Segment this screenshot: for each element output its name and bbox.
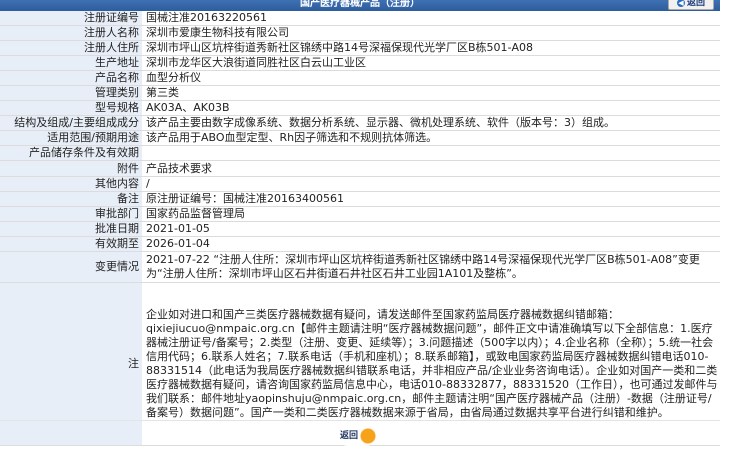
row-product-name: 产品名称 血型分析仪 bbox=[0, 70, 720, 86]
value-registration-number: 国械注准20163220561 bbox=[142, 11, 720, 26]
label-registrant-name: 注册人名称 bbox=[0, 25, 142, 41]
row-approval-date: 批准日期 2021-01-05 bbox=[0, 221, 720, 237]
label-attachment: 附件 bbox=[0, 160, 142, 177]
label-other-content: 其他内容 bbox=[0, 176, 142, 192]
value-approval-department: 国家药品监督管理局 bbox=[142, 206, 720, 222]
value-approval-date: 2021-01-05 bbox=[142, 221, 720, 237]
value-valid-until: 2026-01-04 bbox=[142, 236, 720, 252]
value-registrant-address: 深圳市坪山区坑梓街道秀新社区锦绣中路14号深福保现代光学厂区B栋501-A08 bbox=[142, 40, 720, 56]
label-management-class: 管理类别 bbox=[0, 85, 142, 101]
label-production-address: 生产地址 bbox=[0, 55, 142, 71]
back-button-bottom[interactable]: 返回 bbox=[338, 426, 376, 446]
value-structure-composition: 该产品主要由数字成像系统、数据分析系统、显示器、微机处理系统、软件（版本号：3）… bbox=[142, 115, 720, 131]
value-attachment: 产品技术要求 bbox=[142, 160, 720, 177]
row-other-content: 其他内容 / bbox=[0, 176, 720, 192]
value-production-address: 深圳市龙华区大浪街道同胜社区白云山工业区 bbox=[142, 55, 720, 71]
label-registration-number: 注册证编号 bbox=[0, 11, 142, 26]
label-valid-until: 有效期至 bbox=[0, 236, 142, 252]
label-intended-use: 适用范围/预期用途 bbox=[0, 130, 142, 146]
value-product-name: 血型分析仪 bbox=[142, 70, 720, 86]
row-registration-number: 注册证编号 国械注准20163220561 bbox=[0, 11, 720, 26]
label-storage-conditions: 产品储存条件及有效期 bbox=[0, 145, 142, 161]
label-model-spec: 型号规格 bbox=[0, 100, 142, 116]
back-arrow-icon: ◀ bbox=[676, 0, 685, 7]
footer: 返回 bbox=[0, 420, 720, 450]
row-attachment: 附件 产品技术要求 bbox=[0, 160, 720, 177]
label-structure-composition: 结构及组成/主要组成成分 bbox=[0, 115, 142, 131]
back-button-top[interactable]: ◀ 返回 bbox=[668, 0, 714, 10]
page-title: 国产医疗器械产品（注册） bbox=[300, 0, 420, 9]
detail-table: 注册证编号 国械注准20163220561 注册人名称 深圳市爱康生物科技有限公司 注册… bbox=[0, 11, 720, 446]
label-change-history: 变更情况 bbox=[0, 251, 142, 283]
row-change-history: 变更情况 2021-07-22 “注册人住所：深圳市坪山区坑梓街道秀新社区锦绣中路… bbox=[0, 251, 720, 283]
row-registrant-name: 注册人名称 深圳市爱康生物科技有限公司 bbox=[0, 25, 720, 41]
row-remarks: 备注 原注册证编号：国械注准20163400561 bbox=[0, 191, 720, 207]
label-approval-department: 审批部门 bbox=[0, 206, 142, 222]
row-model-spec: 型号规格 AK03A、AK03B bbox=[0, 100, 720, 116]
label-remarks: 备注 bbox=[0, 191, 142, 207]
detail-page: 国产医疗器械产品（注册） ◀ 返回 注册证编号 国械注准20163220561 注册人… bbox=[0, 0, 720, 450]
label-approval-date: 批准日期 bbox=[0, 221, 142, 237]
row-intended-use: 适用范围/预期用途 该产品用于ABO血型定型、Rh因子筛选和不规则抗体筛选。 bbox=[0, 130, 720, 146]
row-approval-department: 审批部门 国家药品监督管理局 bbox=[0, 206, 720, 222]
row-production-address: 生产地址 深圳市龙华区大浪街道同胜社区白云山工业区 bbox=[0, 55, 720, 71]
back-button-top-label: 返回 bbox=[686, 0, 705, 8]
row-structure-composition: 结构及组成/主要组成成分 该产品主要由数字成像系统、数据分析系统、显示器、微机处理… bbox=[0, 115, 720, 131]
value-remarks: 原注册证编号：国械注准20163400561 bbox=[142, 191, 720, 207]
value-storage-conditions bbox=[142, 145, 720, 161]
row-management-class: 管理类别 第三类 bbox=[0, 85, 720, 101]
row-registrant-address: 注册人住所 深圳市坪山区坑梓街道秀新社区锦绣中路14号深福保现代光学厂区B栋501… bbox=[0, 40, 720, 56]
value-model-spec: AK03A、AK03B bbox=[142, 100, 720, 116]
row-valid-until: 有效期至 2026-01-04 bbox=[0, 236, 720, 252]
title-bar: 国产医疗器械产品（注册） ◀ 返回 bbox=[0, 0, 720, 11]
value-intended-use: 该产品用于ABO血型定型、Rh因子筛选和不规则抗体筛选。 bbox=[142, 130, 720, 146]
label-product-name: 产品名称 bbox=[0, 70, 142, 86]
value-other-content: / bbox=[142, 176, 720, 192]
value-change-history: 2021-07-22 “注册人住所：深圳市坪山区坑梓街道秀新社区锦绣中路14号深… bbox=[142, 251, 720, 283]
value-registrant-name: 深圳市爱康生物科技有限公司 bbox=[142, 25, 720, 41]
row-storage-conditions: 产品储存条件及有效期 bbox=[0, 145, 720, 161]
label-registrant-address: 注册人住所 bbox=[0, 40, 142, 56]
back-button-bottom-label: 返回 bbox=[340, 431, 359, 441]
value-management-class: 第三类 bbox=[142, 85, 720, 101]
